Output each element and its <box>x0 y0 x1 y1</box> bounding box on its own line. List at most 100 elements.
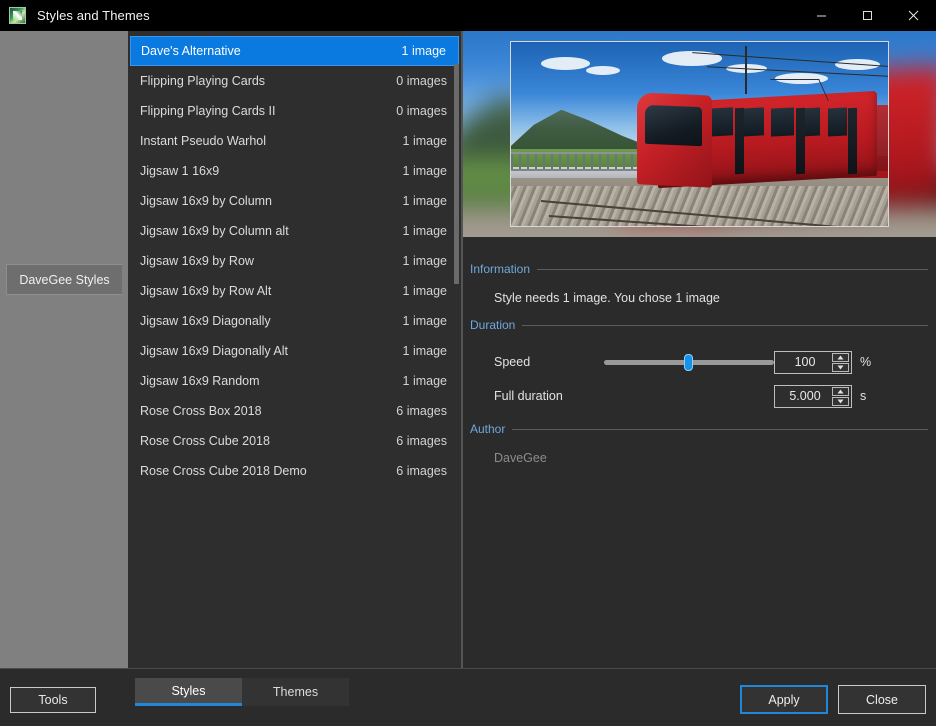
app-icon <box>9 7 26 24</box>
list-item[interactable]: Jigsaw 16x9 by Row Alt 1 image <box>130 276 459 306</box>
list-item[interactable]: Instant Pseudo Warhol 1 image <box>130 126 459 156</box>
spinner-down-icon[interactable] <box>832 396 849 406</box>
list-item-count: 1 image <box>402 164 447 178</box>
speed-row: Speed 100 % <box>494 350 928 374</box>
list-item[interactable]: Jigsaw 16x9 by Row 1 image <box>130 246 459 276</box>
list-item[interactable]: Dave's Alternative 1 image <box>130 36 459 66</box>
list-item[interactable]: Jigsaw 16x9 by Column alt 1 image <box>130 216 459 246</box>
list-item[interactable]: Jigsaw 16x9 by Column 1 image <box>130 186 459 216</box>
bottom-bar: Tools Styles Themes Apply Close <box>0 668 936 726</box>
close-icon[interactable] <box>890 0 936 31</box>
full-duration-slider-spacer <box>604 384 774 408</box>
list-item-name: Dave's Alternative <box>141 44 241 58</box>
list-item[interactable]: Jigsaw 16x9 Diagonally 1 image <box>130 306 459 336</box>
list-item-name: Jigsaw 16x9 Diagonally <box>140 314 271 328</box>
list-item-count: 1 image <box>402 194 447 208</box>
list-item-name: Rose Cross Cube 2018 <box>140 434 270 448</box>
list-item-name: Rose Cross Cube 2018 Demo <box>140 464 307 478</box>
list-item-count: 6 images <box>396 464 447 478</box>
tools-button[interactable]: Tools <box>10 687 96 713</box>
duration-title: Duration <box>470 318 516 332</box>
preview-image <box>510 41 889 227</box>
list-item-name: Instant Pseudo Warhol <box>140 134 266 148</box>
tools-button-label: Tools <box>38 693 68 707</box>
list-item[interactable]: Jigsaw 16x9 Diagonally Alt 1 image <box>130 336 459 366</box>
list-item[interactable]: Rose Cross Box 2018 6 images <box>130 396 459 426</box>
list-item[interactable]: Rose Cross Cube 2018 Demo 6 images <box>130 456 459 486</box>
list-item-count: 1 image <box>402 284 447 298</box>
speed-spinner-buttons[interactable] <box>832 352 849 372</box>
list-item-count: 1 image <box>402 134 447 148</box>
speed-unit: % <box>860 355 872 369</box>
list-item-count: 0 images <box>396 74 447 88</box>
apply-button-label: Apply <box>768 692 800 707</box>
list-item[interactable]: Jigsaw 1 16x9 1 image <box>130 156 459 186</box>
style-list[interactable]: Dave's Alternative 1 image Flipping Playin… <box>128 31 462 668</box>
sidebar-tab-label: DaveGee Styles <box>19 272 110 287</box>
bottom-tab-bar: Styles Themes <box>135 678 349 706</box>
minimize-icon[interactable] <box>798 0 844 31</box>
list-item[interactable]: Rose Cross Cube 2018 6 images <box>130 426 459 456</box>
list-item-name: Rose Cross Box 2018 <box>140 404 262 418</box>
styles-and-themes-window: Styles and Themes DaveGee Styles Dave's … <box>0 0 936 726</box>
apply-button[interactable]: Apply <box>740 685 828 714</box>
list-item-count: 1 image <box>402 314 447 328</box>
section-divider-line <box>522 324 928 326</box>
full-duration-spinner-buttons[interactable] <box>832 386 849 406</box>
tab-styles[interactable]: Styles <box>135 678 242 706</box>
speed-slider[interactable] <box>604 350 774 374</box>
spinner-down-icon[interactable] <box>832 362 849 372</box>
speed-label: Speed <box>494 355 531 369</box>
speed-spinbox[interactable]: 100 <box>774 350 852 374</box>
list-item-name: Jigsaw 16x9 by Row Alt <box>140 284 272 298</box>
title-bar: Styles and Themes <box>0 0 936 31</box>
list-item-name: Jigsaw 16x9 by Row <box>140 254 254 268</box>
list-item[interactable]: Flipping Playing Cards 0 images <box>130 66 459 96</box>
full-duration-label: Full duration <box>494 389 563 403</box>
list-item-count: 1 image <box>401 44 446 58</box>
list-item-count: 1 image <box>402 344 447 358</box>
spinner-up-icon[interactable] <box>832 386 849 396</box>
duration-header: Duration <box>470 317 928 333</box>
information-header: Information <box>470 261 928 277</box>
tab-themes[interactable]: Themes <box>242 678 349 706</box>
speed-slider-handle[interactable] <box>684 354 693 371</box>
close-button-label: Close <box>866 692 898 707</box>
list-item-count: 0 images <box>396 104 447 118</box>
list-item-name: Jigsaw 16x9 by Column alt <box>140 224 289 238</box>
list-item-name: Jigsaw 16x9 by Column <box>140 194 273 208</box>
author-name: DaveGee <box>494 451 547 465</box>
list-item-count: 1 image <box>402 374 447 388</box>
window-title: Styles and Themes <box>37 8 150 23</box>
list-item[interactable]: Flipping Playing Cards II 0 images <box>130 96 459 126</box>
section-divider-line <box>512 428 928 430</box>
list-item-count: 1 image <box>402 254 447 268</box>
full-duration-row: Full duration 5.000 s <box>494 384 928 408</box>
information-section: Information Style needs 1 image. You cho… <box>470 261 928 305</box>
sidebar-tab-davegee-styles[interactable]: DaveGee Styles <box>6 264 122 295</box>
close-button[interactable]: Close <box>838 685 926 714</box>
information-title: Information <box>470 262 531 276</box>
full-duration-spinbox[interactable]: 5.000 <box>774 384 852 408</box>
list-item-name: Flipping Playing Cards II <box>140 104 276 118</box>
spinner-up-icon[interactable] <box>832 352 849 362</box>
duration-section: Duration Speed 100 % Full duration 5.000… <box>470 317 928 408</box>
author-header: Author <box>470 421 928 437</box>
maximize-icon[interactable] <box>844 0 890 31</box>
left-panel: DaveGee Styles <box>0 31 128 668</box>
right-pane: Information Style needs 1 image. You cho… <box>463 31 936 668</box>
list-item-name: Jigsaw 1 16x9 <box>140 164 220 178</box>
list-item-count: 1 image <box>402 224 447 238</box>
tab-label: Styles <box>171 683 206 698</box>
list-scrollbar[interactable] <box>454 64 459 284</box>
author-section: Author DaveGee <box>470 421 928 465</box>
information-text: Style needs 1 image. You chose 1 image <box>494 291 720 305</box>
tab-label: Themes <box>272 685 319 699</box>
list-item-name: Jigsaw 16x9 Diagonally Alt <box>140 344 288 358</box>
list-item[interactable]: Jigsaw 16x9 Random 1 image <box>130 366 459 396</box>
list-item-name: Flipping Playing Cards <box>140 74 266 88</box>
list-item-count: 6 images <box>396 434 447 448</box>
list-item-name: Jigsaw 16x9 Random <box>140 374 260 388</box>
full-duration-unit: s <box>860 389 867 403</box>
author-title: Author <box>470 422 506 436</box>
